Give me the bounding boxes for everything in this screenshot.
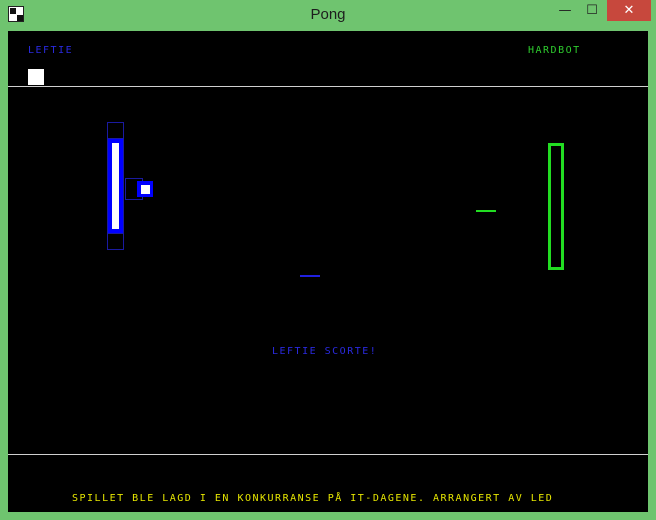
- left-player-name: LEFTIE: [28, 45, 74, 56]
- game-window: Pong — ☐ ✕ LEFTIE HARDBOT LEFTIE SCORTE!…: [0, 0, 656, 520]
- right-paddle: [548, 143, 564, 270]
- left-score-marker: [28, 69, 44, 85]
- left-paddle-core: [112, 143, 119, 229]
- score-message: LEFTIE SCORTE!: [272, 346, 378, 357]
- header-divider: [8, 86, 648, 87]
- right-player-name: HARDBOT: [528, 45, 581, 56]
- blue-dash: [300, 275, 320, 277]
- maximize-button[interactable]: ☐: [579, 0, 605, 21]
- ball-core: [141, 185, 150, 194]
- green-dash: [476, 210, 496, 212]
- game-canvas[interactable]: LEFTIE HARDBOT LEFTIE SCORTE! SPILLET BL…: [8, 31, 648, 512]
- close-button[interactable]: ✕: [607, 0, 651, 21]
- footer-divider: [8, 454, 648, 455]
- title-bar[interactable]: Pong — ☐ ✕: [0, 0, 656, 30]
- minimize-button[interactable]: —: [552, 0, 578, 21]
- footer-text: SPILLET BLE LAGD I EN KONKURRANSE PÅ IT-…: [72, 493, 554, 504]
